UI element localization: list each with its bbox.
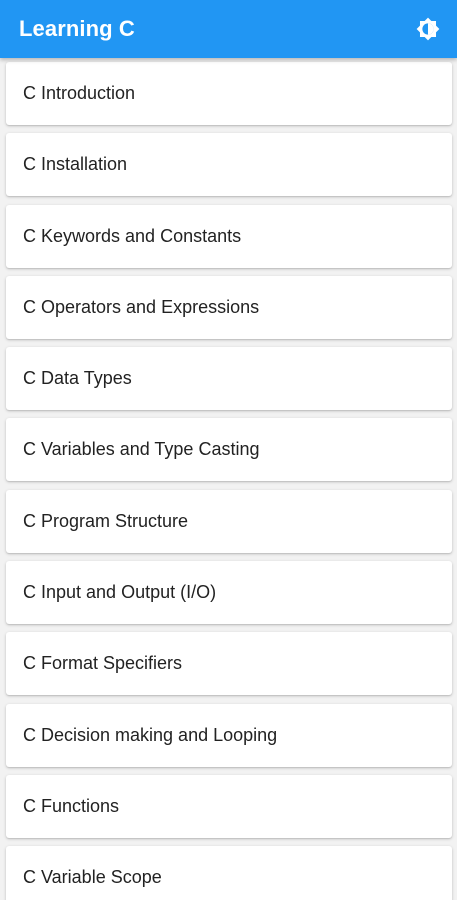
list-item-label: C Variables and Type Casting [23, 439, 260, 460]
list-item-c-introduction[interactable]: C Introduction [6, 62, 452, 125]
list-item-label: C Keywords and Constants [23, 225, 242, 246]
list-item-c-installation[interactable]: C Installation [6, 133, 452, 197]
list-item-label: C Data Types [23, 368, 132, 389]
list-item-label: C Program Structure [23, 510, 189, 531]
app-bar: Learning C [0, 0, 457, 58]
list-item-c-variables-and-type-casting[interactable]: C Variables and Type Casting [6, 418, 452, 482]
list-item-label: C Input and Output (I/O) [23, 582, 217, 603]
list-item-label: C Functions [23, 795, 120, 816]
list-item-label: C Operators and Expressions [23, 296, 260, 317]
list-item-c-input-and-output[interactable]: C Input and Output (I/O) [6, 561, 452, 625]
list-item-label: C Variable Scope [23, 867, 162, 888]
list-item-c-functions[interactable]: C Functions [6, 774, 452, 838]
list-item-c-keywords-and-constants[interactable]: C Keywords and Constants [6, 204, 452, 268]
list-item-label: C Introduction [23, 83, 136, 103]
theme-toggle-button[interactable] [413, 14, 443, 44]
list-item-c-program-structure[interactable]: C Program Structure [6, 489, 452, 553]
list-item-c-format-specifiers[interactable]: C Format Specifiers [6, 632, 452, 696]
topic-list: C Introduction C Installation C Keywords… [0, 58, 457, 900]
app-title: Learning C [19, 16, 135, 41]
brightness-icon [415, 16, 441, 42]
list-item-label: C Decision making and Looping [23, 724, 278, 745]
list-item-c-variable-scope[interactable]: C Variable Scope [6, 846, 452, 900]
list-item-c-decision-making-and-looping[interactable]: C Decision making and Looping [6, 703, 452, 767]
list-item-c-operators-and-expressions[interactable]: C Operators and Expressions [6, 275, 452, 339]
list-item-c-data-types[interactable]: C Data Types [6, 347, 452, 411]
list-item-label: C Format Specifiers [23, 653, 183, 674]
list-item-label: C Installation [23, 154, 128, 175]
